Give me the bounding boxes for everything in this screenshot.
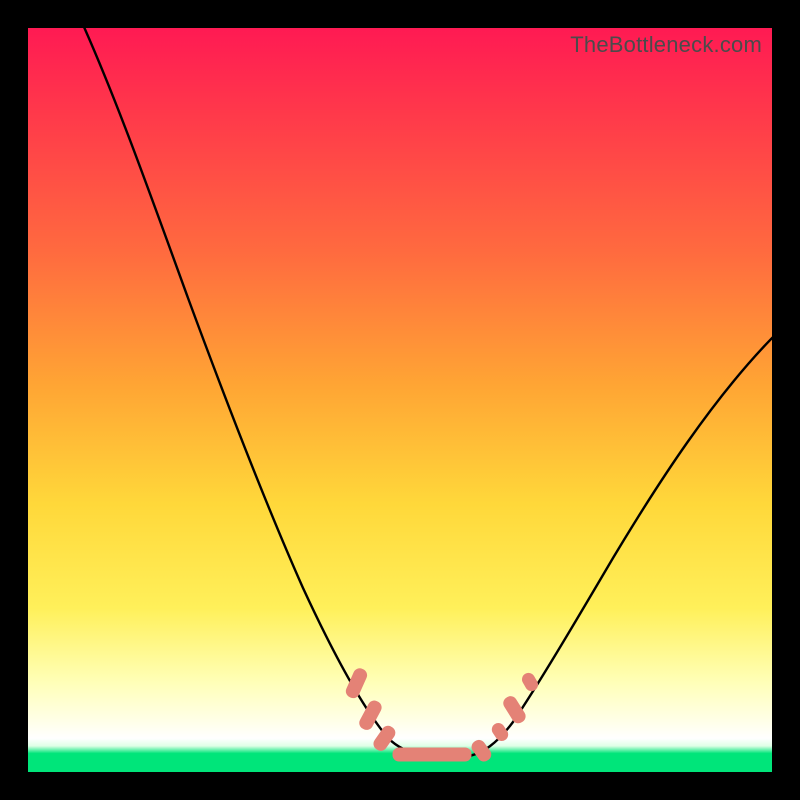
trough-markers-bottom xyxy=(393,748,471,761)
trough-markers-left xyxy=(344,667,397,753)
trough-markers-right xyxy=(470,671,540,763)
chart-plot-area: TheBottleneck.com xyxy=(28,28,772,772)
bottleneck-curve xyxy=(28,28,772,772)
chart-frame: TheBottleneck.com xyxy=(0,0,800,800)
